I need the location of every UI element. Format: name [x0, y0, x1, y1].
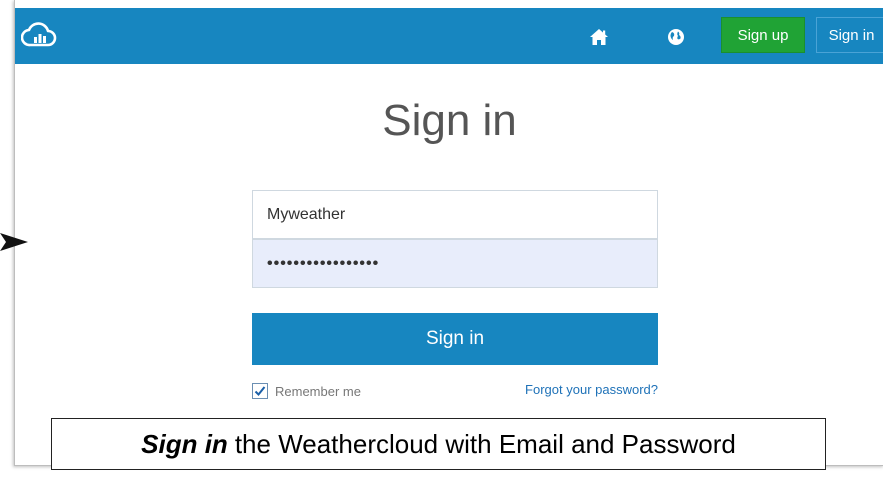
- nav-sign-in-button[interactable]: Sign in: [816, 17, 883, 53]
- forgot-password-link[interactable]: Forgot your password?: [513, 382, 658, 397]
- home-icon[interactable]: [589, 27, 609, 47]
- sign-up-button[interactable]: Sign up: [721, 17, 805, 53]
- remember-me-checkbox[interactable]: [252, 383, 268, 399]
- remember-me-control[interactable]: Remember me: [252, 381, 361, 401]
- browser-viewport: Sign up Sign in Sign in Myweather ••••••…: [14, 0, 883, 466]
- username-field[interactable]: Myweather: [252, 190, 658, 239]
- page-title: Sign in: [382, 96, 517, 145]
- pointer-arrow-icon: [0, 233, 28, 251]
- cloud-chart-logo-icon[interactable]: [21, 20, 57, 50]
- checkmark-icon: [254, 386, 266, 396]
- globe-icon[interactable]: [666, 27, 686, 47]
- top-navigation-bar: Sign up Sign in: [15, 8, 883, 64]
- home-icon-glyph: [590, 29, 608, 45]
- password-field[interactable]: •••••••••••••••••: [252, 239, 658, 288]
- sign-in-submit-button[interactable]: Sign in: [252, 313, 658, 365]
- tutorial-caption: Sign in the Weathercloud with Email and …: [51, 418, 826, 470]
- caption-text: the Weathercloud with Email and Password: [234, 428, 736, 459]
- globe-icon-glyph: [668, 29, 684, 45]
- remember-me-label: Remember me: [275, 383, 361, 399]
- caption-emphasis: Sign in: [141, 428, 228, 459]
